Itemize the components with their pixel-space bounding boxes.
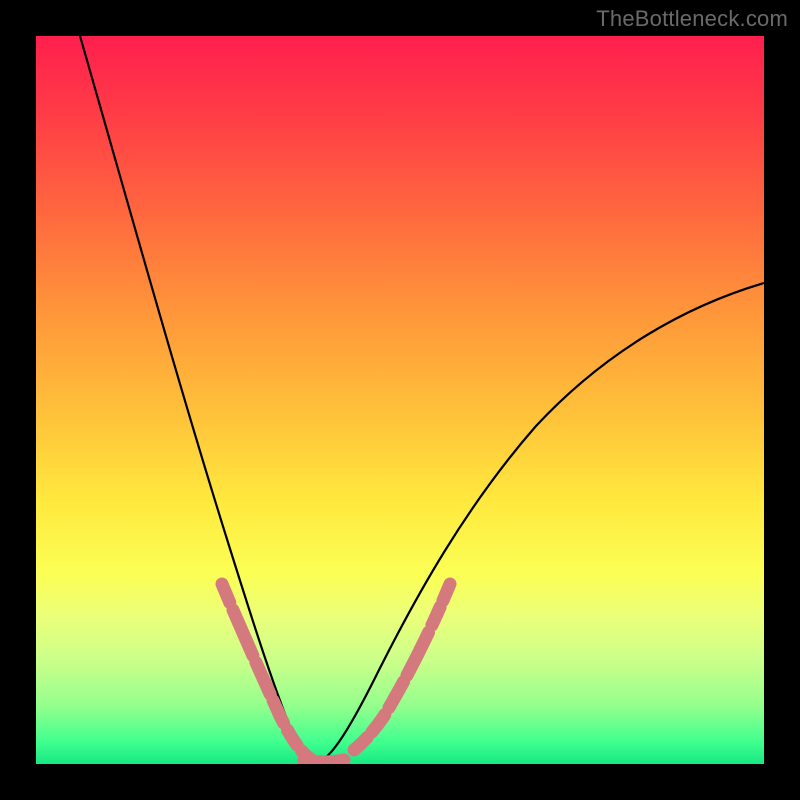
watermark-label: TheBottleneck.com [596,6,788,32]
curve-svg [36,36,764,764]
markers-valley [304,760,344,762]
plot-area [36,36,764,764]
markers-left [222,584,312,760]
markers-right [334,584,450,761]
chart-frame: TheBottleneck.com [0,0,800,800]
